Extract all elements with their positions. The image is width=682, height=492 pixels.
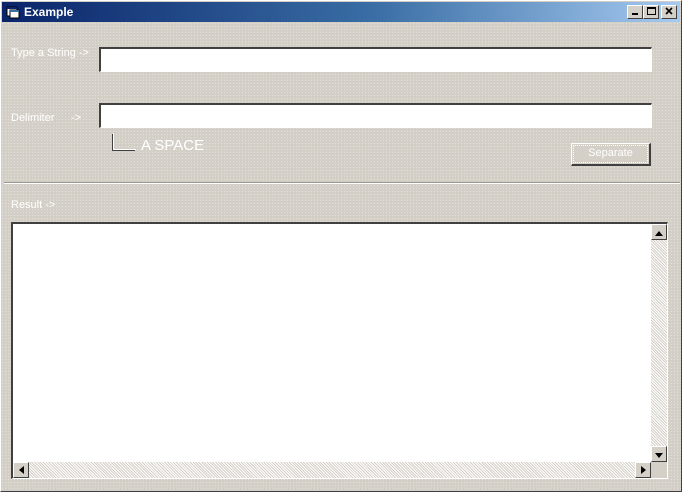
scrollbar-corner [651, 462, 667, 478]
string-label: Type a String -> [11, 47, 89, 59]
minimize-button[interactable] [627, 5, 643, 19]
result-textarea[interactable] [11, 222, 668, 479]
maximize-button[interactable] [643, 5, 659, 19]
close-icon [665, 6, 673, 18]
close-button[interactable] [661, 5, 677, 19]
main-window: Example Type a String -> Delimiter -> A … [0, 0, 682, 492]
title-bar[interactable]: Example [2, 2, 680, 22]
section-divider [4, 182, 680, 184]
maximize-icon [646, 6, 656, 18]
window-title: Example [24, 5, 74, 19]
delimiter-hint-bracket [113, 133, 136, 150]
minimize-icon [631, 7, 639, 18]
delimiter-label: Delimiter [11, 112, 55, 124]
vertical-scrollbar[interactable] [651, 224, 667, 462]
delimiter-hint: A SPACE [141, 137, 205, 154]
focus-ring [573, 145, 648, 163]
scroll-left-button[interactable] [13, 462, 29, 478]
scroll-right-button[interactable] [635, 462, 651, 478]
delimiter-input[interactable] [99, 103, 652, 128]
result-label: Result -> [11, 199, 56, 211]
arrow-right-icon [640, 461, 646, 479]
arrow-up-icon [655, 223, 663, 241]
scroll-down-button[interactable] [651, 446, 667, 462]
horizontal-scrollbar[interactable] [13, 462, 651, 478]
arrow-down-icon [655, 445, 663, 463]
window-controls [627, 5, 677, 19]
string-input[interactable] [99, 47, 652, 72]
separate-button[interactable]: Separate [571, 143, 651, 166]
app-window-icon [6, 5, 20, 19]
scroll-up-button[interactable] [651, 224, 667, 240]
delimiter-arrow: -> [71, 112, 82, 124]
arrow-left-icon [18, 461, 24, 479]
